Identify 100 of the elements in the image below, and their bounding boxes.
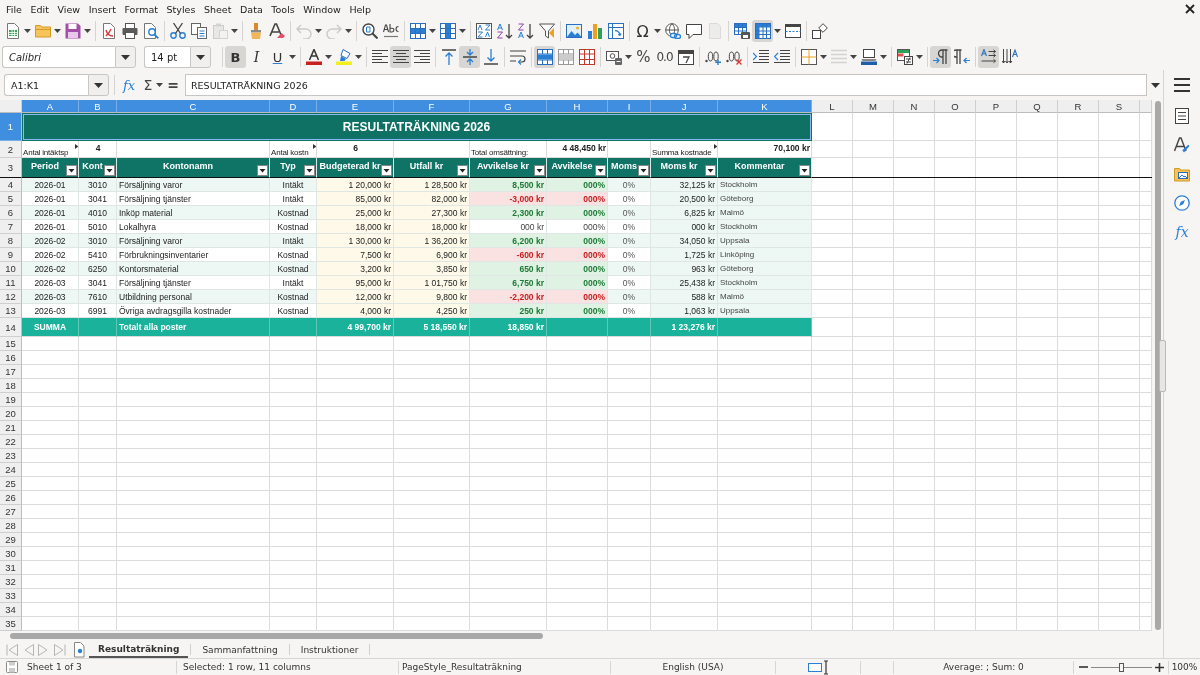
menu-item[interactable]: Sheet bbox=[199, 0, 236, 18]
globe-link-button[interactable] bbox=[662, 20, 683, 42]
row-header[interactable]: 6 bbox=[0, 206, 22, 220]
row-header[interactable]: 10 bbox=[0, 262, 22, 276]
pivot-table-button[interactable] bbox=[605, 20, 626, 42]
borders-button[interactable] bbox=[798, 46, 819, 68]
sheet-tab[interactable]: Resultaträkning bbox=[89, 641, 189, 658]
conditional-format-button[interactable] bbox=[894, 46, 915, 68]
dropdown-arrow-icon[interactable] bbox=[654, 29, 661, 33]
zoom-in-icon[interactable] bbox=[1155, 662, 1164, 672]
filter-dropdown-icon[interactable] bbox=[381, 165, 392, 176]
column-header[interactable]: M bbox=[853, 100, 894, 113]
row-header[interactable]: 19 bbox=[0, 393, 22, 407]
dropdown-arrow-icon[interactable] bbox=[625, 55, 632, 59]
dropdown-arrow-icon[interactable] bbox=[325, 55, 332, 59]
column-header[interactable]: R bbox=[1058, 100, 1099, 113]
font-size-field[interactable]: 14 pt bbox=[144, 46, 190, 68]
add-sheet-icon[interactable] bbox=[74, 641, 85, 658]
sort-button[interactable] bbox=[473, 20, 494, 42]
menu-item[interactable]: Tools bbox=[267, 0, 299, 18]
row-header[interactable]: 8 bbox=[0, 234, 22, 248]
row-header[interactable]: 11 bbox=[0, 276, 22, 290]
row-header[interactable]: 24 bbox=[0, 463, 22, 477]
row-header[interactable]: 9 bbox=[0, 248, 22, 262]
menu-item[interactable]: Insert bbox=[84, 0, 121, 18]
column-header[interactable]: N bbox=[894, 100, 935, 113]
row-header[interactable]: 14 bbox=[0, 318, 22, 337]
filter-dropdown-icon[interactable] bbox=[104, 165, 115, 176]
row-header[interactable]: 16 bbox=[0, 351, 22, 365]
row-header[interactable]: 35 bbox=[0, 617, 22, 631]
filter-dropdown-icon[interactable] bbox=[257, 165, 268, 176]
border-color-button[interactable] bbox=[858, 46, 879, 68]
merge-cells-button[interactable] bbox=[555, 46, 576, 68]
filter-dropdown-icon[interactable] bbox=[799, 165, 810, 176]
name-box-field[interactable]: A1:K1 bbox=[4, 74, 88, 96]
row-header[interactable]: 21 bbox=[0, 421, 22, 435]
font-name-dropdown-button[interactable] bbox=[115, 46, 136, 68]
formula-button[interactable]: = bbox=[164, 74, 182, 96]
row-header[interactable]: 5 bbox=[0, 192, 22, 206]
menu-item[interactable]: Data bbox=[235, 0, 267, 18]
row-header[interactable]: 25 bbox=[0, 477, 22, 491]
row-header[interactable]: 12 bbox=[0, 290, 22, 304]
language[interactable]: English (USA) bbox=[662, 662, 724, 672]
menu-item[interactable]: Help bbox=[345, 0, 376, 18]
left-to-right-button[interactable] bbox=[930, 46, 951, 68]
zoom-slider-thumb[interactable] bbox=[1119, 662, 1124, 672]
properties-icon[interactable] bbox=[1174, 108, 1190, 124]
row-header[interactable]: 2 bbox=[0, 141, 22, 158]
highlighter-button[interactable] bbox=[333, 46, 354, 68]
compass-icon[interactable] bbox=[1174, 195, 1190, 211]
menu-item[interactable]: View bbox=[53, 0, 85, 18]
dropdown-arrow-icon[interactable] bbox=[156, 83, 163, 87]
menu-item[interactable]: Format bbox=[120, 0, 163, 18]
table-rows-button[interactable] bbox=[407, 20, 428, 42]
filter-dropdown-icon[interactable] bbox=[705, 165, 716, 176]
dropdown-arrow-icon[interactable] bbox=[774, 29, 781, 33]
align-middle-button[interactable] bbox=[459, 46, 480, 68]
zoom-percentage[interactable]: 100% bbox=[1171, 662, 1198, 672]
menu-item[interactable]: Edit bbox=[26, 0, 54, 18]
sheet-tab[interactable]: Sammanfattning bbox=[193, 641, 287, 658]
menu-item[interactable]: Styles bbox=[162, 0, 200, 18]
dropdown-arrow-icon[interactable] bbox=[54, 29, 61, 33]
row-header[interactable]: 20 bbox=[0, 407, 22, 421]
row-header[interactable]: 3 bbox=[0, 158, 22, 178]
menu-item[interactable]: File bbox=[0, 0, 27, 18]
split-cells-button[interactable] bbox=[576, 46, 597, 68]
scissors-button[interactable] bbox=[167, 20, 188, 42]
row-header[interactable]: 17 bbox=[0, 365, 22, 379]
formula-input[interactable]: RESULTATRÄKNING 2026 bbox=[185, 74, 1147, 96]
merge-center-button[interactable] bbox=[534, 46, 555, 68]
functions-button[interactable]: fx bbox=[1175, 224, 1189, 240]
font-size-dropdown-button[interactable] bbox=[190, 46, 211, 68]
row-header[interactable]: 30 bbox=[0, 547, 22, 561]
special-character-button[interactable]: Ω bbox=[632, 20, 653, 42]
name-box-dropdown-button[interactable] bbox=[88, 74, 109, 96]
column-header[interactable]: S bbox=[1099, 100, 1140, 113]
selection-mode-icon[interactable] bbox=[808, 659, 828, 675]
row-header[interactable]: 26 bbox=[0, 491, 22, 505]
horizontal-text-button[interactable] bbox=[978, 46, 999, 68]
filter-dropdown-icon[interactable] bbox=[66, 165, 77, 176]
number-format-button[interactable]: 0.0 bbox=[654, 46, 675, 68]
dropdown-arrow-icon[interactable] bbox=[289, 55, 296, 59]
dropdown-arrow-icon[interactable] bbox=[429, 29, 436, 33]
row-header[interactable]: 4 bbox=[0, 178, 22, 192]
align-center-button[interactable] bbox=[390, 46, 411, 68]
sheet-tab[interactable]: Instruktioner bbox=[291, 641, 368, 658]
column-header[interactable]: L bbox=[812, 100, 853, 113]
row-header[interactable]: 33 bbox=[0, 589, 22, 603]
horizontal-scrollbar-thumb[interactable] bbox=[10, 633, 543, 639]
print-area-button[interactable] bbox=[731, 20, 752, 42]
close-icon[interactable] bbox=[1185, 4, 1195, 14]
row-header[interactable]: 22 bbox=[0, 435, 22, 449]
font-name-field[interactable]: Calibri bbox=[2, 46, 115, 68]
dropdown-arrow-icon[interactable] bbox=[355, 55, 362, 59]
column-header[interactable]: Q bbox=[1017, 100, 1058, 113]
menu-item[interactable]: Window bbox=[299, 0, 346, 18]
percent-format-button[interactable]: % bbox=[633, 46, 654, 68]
dropdown-arrow-icon[interactable] bbox=[459, 29, 466, 33]
funnel-button[interactable] bbox=[536, 20, 557, 42]
row-header[interactable]: 23 bbox=[0, 449, 22, 463]
